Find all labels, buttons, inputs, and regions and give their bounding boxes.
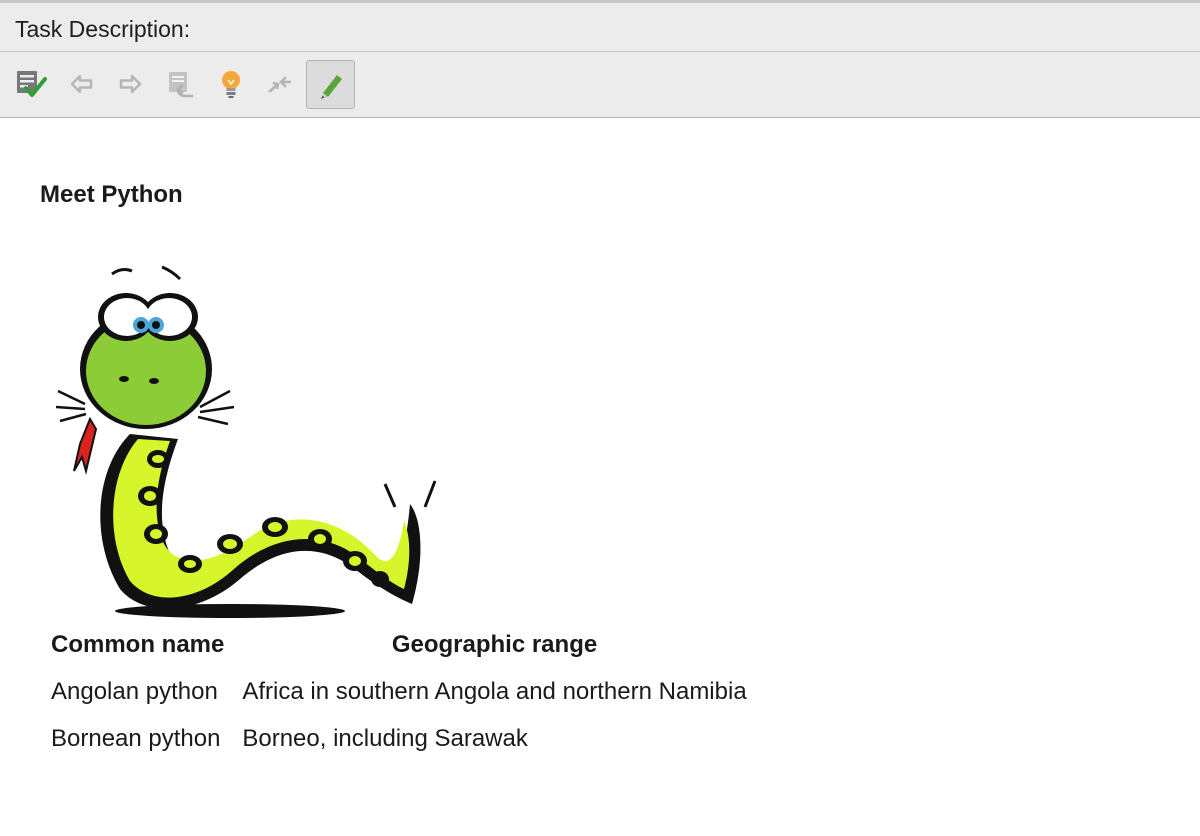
- reset-task-button[interactable]: [158, 61, 204, 107]
- task-description-content: Meet Python Common name Geographic range…: [0, 119, 1200, 836]
- python-table: Common name Geographic range Angolan pyt…: [42, 622, 756, 763]
- table-cell: Borneo, including Sarawak: [242, 725, 528, 752]
- hint-button[interactable]: [208, 61, 254, 107]
- previous-task-icon: [70, 74, 93, 94]
- table-row: Angolan python Africa in southern Angola…: [42, 669, 756, 716]
- reset-task-icon: [169, 72, 193, 98]
- table-header-row: Common name Geographic range: [42, 622, 756, 669]
- table-cell: Africa in southern Angola and northern N…: [242, 678, 747, 705]
- python-snake-image: [55, 265, 437, 618]
- column-header-geographic-range: Geographic range: [391, 631, 598, 658]
- page-title: Meet Python: [40, 181, 183, 208]
- task-description-header: Task Description:: [0, 0, 1200, 52]
- table-cell: Bornean python: [51, 725, 221, 752]
- column-header-common-name: Common name: [51, 631, 225, 658]
- table-cell: Angolan python: [51, 678, 218, 705]
- next-task-icon: [119, 74, 142, 94]
- toolbar: [0, 52, 1200, 118]
- table-row: Bornean python Borneo, including Sarawak: [42, 716, 756, 763]
- edit-button[interactable]: [306, 60, 355, 109]
- panel-title: Task Description:: [15, 16, 191, 42]
- check-task-button[interactable]: [8, 61, 54, 107]
- next-task-button[interactable]: [108, 61, 154, 107]
- hint-icon: [222, 71, 240, 98]
- compare-icon: [268, 76, 291, 93]
- check-task-icon: [17, 71, 47, 97]
- previous-task-button[interactable]: [58, 61, 104, 107]
- compare-button[interactable]: [257, 61, 303, 107]
- edit-icon: [320, 74, 342, 99]
